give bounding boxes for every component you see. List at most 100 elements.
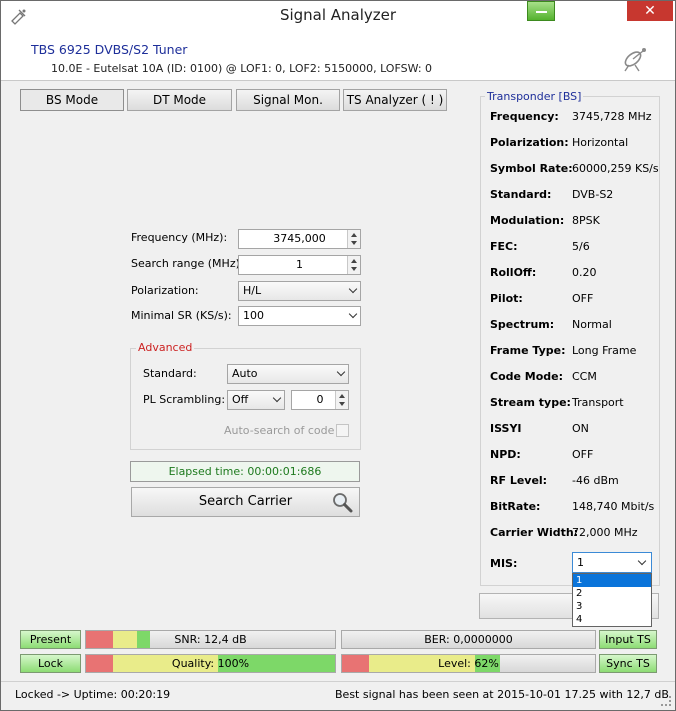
mis-value: 1 <box>577 556 584 569</box>
snr-text: SNR: 12,4 dB <box>174 633 247 646</box>
tp-label-modulation: Modulation: <box>490 214 565 227</box>
minimize-button[interactable] <box>527 1 555 21</box>
pl-scrambling-value: Off <box>232 393 249 406</box>
ber-text: BER: 0,0000000 <box>424 633 513 646</box>
tp-value-pilot: OFF <box>572 292 594 305</box>
tp-value-carrier-width: 72,000 MHz <box>572 526 638 539</box>
chevron-down-icon <box>272 393 282 403</box>
tp-value-polarization: Horizontal <box>572 136 629 149</box>
pl-code-input[interactable]: 0 <box>291 390 349 410</box>
tp-value-spectrum: Normal <box>572 318 612 331</box>
search-range-input[interactable]: 1 <box>238 255 361 275</box>
search-carrier-button[interactable]: Search Carrier <box>131 487 360 517</box>
tp-label-spectrum: Spectrum: <box>490 318 555 331</box>
tp-value-frequency: 3745,728 MHz <box>572 110 652 123</box>
tp-label-fec: FEC: <box>490 240 518 253</box>
standard-select[interactable]: Auto <box>227 364 349 384</box>
standard-label: Standard: <box>143 367 197 380</box>
tp-value-issyi: ON <box>572 422 589 435</box>
tp-label-symbol-rate: Symbol Rate: <box>490 162 573 175</box>
search-carrier-label: Search Carrier <box>198 494 293 509</box>
chevron-down-icon <box>348 309 358 319</box>
pl-scrambling-label: PL Scrambling: <box>143 393 226 406</box>
search-range-value: 1 <box>296 258 303 271</box>
title-bar: Signal Analyzer ✕ <box>1 1 675 31</box>
tp-value-npd: OFF <box>572 448 594 461</box>
window-title: Signal Analyzer <box>279 6 397 24</box>
tab-dt-mode[interactable]: DT Mode <box>127 89 232 111</box>
tab-bs-mode[interactable]: BS Mode <box>20 89 124 111</box>
signal-analyzer-window: Signal Analyzer ✕ TBS 6925 DVBS/S2 Tuner… <box>0 0 676 711</box>
chevron-down-icon <box>348 284 358 294</box>
min-sr-value: 100 <box>243 309 264 322</box>
advanced-title: Advanced <box>136 341 195 354</box>
polarization-label: Polarization: <box>131 284 199 297</box>
sync-ts-indicator: Sync TS <box>599 654 657 673</box>
tp-value-code-mode: CCM <box>572 370 597 383</box>
autosearch-checkbox[interactable] <box>336 424 349 437</box>
chevron-down-icon <box>637 556 647 566</box>
tp-label-rolloff: RollOff: <box>490 266 537 279</box>
frequency-input[interactable]: 3745,000 <box>238 229 361 249</box>
frequency-label: Frequency (MHz): <box>131 231 228 244</box>
frequency-value: 3745,000 <box>273 232 326 245</box>
mis-option-3[interactable]: 3 <box>573 600 651 613</box>
tp-value-modulation: 8PSK <box>572 214 600 227</box>
tp-value-symbol-rate: 60000,259 KS/s <box>572 162 659 175</box>
tp-value-fec: 5/6 <box>572 240 590 253</box>
best-signal-status: Best signal has been seen at 2015-10-01 … <box>335 688 669 701</box>
snr-bar: SNR: 12,4 dB <box>85 630 336 649</box>
quality-text: Quality: 100% <box>171 657 250 670</box>
tp-label-polarization: Polarization: <box>490 136 569 149</box>
transponder-title: Transponder [BS] <box>485 90 584 103</box>
elapsed-time: Elapsed time: 00:00:01:686 <box>130 461 360 482</box>
uptime-status: Locked -> Uptime: 00:20:19 <box>15 688 171 701</box>
resize-grip-icon[interactable] <box>661 696 671 706</box>
tuner-header: TBS 6925 DVBS/S2 Tuner 10.0E - Eutelsat … <box>1 31 675 81</box>
pl-scrambling-select[interactable]: Off <box>227 390 285 410</box>
tab-ts-analyzer[interactable]: TS Analyzer ( ! ) <box>343 89 447 111</box>
tp-label-standard: Standard: <box>490 188 552 201</box>
tp-value-standard: DVB-S2 <box>572 188 614 201</box>
tp-label-npd: NPD: <box>490 448 521 461</box>
min-sr-label: Minimal SR (KS/s): <box>131 309 232 322</box>
close-button[interactable]: ✕ <box>627 1 673 21</box>
polarization-value: H/L <box>243 284 262 297</box>
level-bar: Level: 62% <box>341 654 596 673</box>
tp-value-rolloff: 0.20 <box>572 266 597 279</box>
standard-value: Auto <box>232 367 258 380</box>
tp-value-stream-type: Transport <box>572 396 624 409</box>
pl-code-spinner[interactable] <box>335 391 348 409</box>
input-ts-indicator: Input TS <box>599 630 657 649</box>
frequency-spinner[interactable] <box>347 230 360 248</box>
quality-bar: Quality: 100% <box>85 654 336 673</box>
tp-label-stream-type: Stream type: <box>490 396 571 409</box>
present-indicator: Present <box>20 630 81 649</box>
mis-option-2[interactable]: 2 <box>573 587 651 600</box>
search-range-spinner[interactable] <box>347 256 360 274</box>
chevron-down-icon <box>336 367 346 377</box>
mis-select[interactable]: 1 <box>572 552 652 573</box>
tp-label-pilot: Pilot: <box>490 292 523 305</box>
tp-value-rf-level: -46 dBm <box>572 474 619 487</box>
tp-label-frame-type: Frame Type: <box>490 344 566 357</box>
tp-value-bitrate: 148,740 Mbit/s <box>572 500 655 513</box>
lock-indicator: Lock <box>20 654 81 673</box>
tuner-name: TBS 6925 DVBS/S2 Tuner <box>31 42 188 57</box>
mis-option-4[interactable]: 4 <box>573 613 651 626</box>
tuner-info: 10.0E - Eutelsat 10A (ID: 0100) @ LOF1: … <box>51 62 433 75</box>
autosearch-label: Auto-search of code <box>224 424 335 437</box>
minimize-icon <box>536 11 547 13</box>
tab-signal-mon[interactable]: Signal Mon. <box>236 89 340 111</box>
magnifier-icon <box>333 493 353 513</box>
mis-option-1[interactable]: 1 <box>573 574 651 587</box>
level-text: Level: 62% <box>438 657 499 670</box>
ber-bar: BER: 0,0000000 <box>341 630 596 649</box>
tp-label-bitrate: BitRate: <box>490 500 541 513</box>
pl-code-value: 0 <box>316 393 324 406</box>
polarization-select[interactable]: H/L <box>238 281 361 301</box>
tp-label-code-mode: Code Mode: <box>490 370 564 383</box>
min-sr-select[interactable]: 100 <box>238 306 361 326</box>
tp-label-carrier-width: Carrier Width: <box>490 526 579 539</box>
mis-dropdown-list: 1 2 3 4 <box>572 573 652 627</box>
